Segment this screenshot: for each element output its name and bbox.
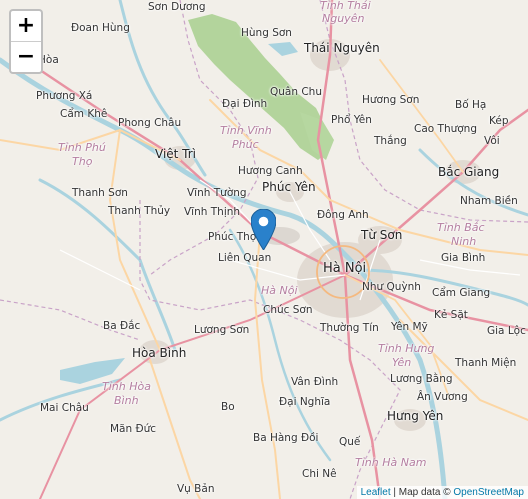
place-bo: Bo xyxy=(221,401,235,413)
place-thang: Thắng xyxy=(374,135,407,147)
province-ha-noi: Hà Nội xyxy=(261,284,298,297)
place-phong-chau: Phong Châu xyxy=(118,117,182,129)
place-vinh-tuong: Vĩnh Tường xyxy=(187,187,247,199)
place-pho-yen: Phổ Yên xyxy=(331,114,372,126)
province-phu-tho-line2: Thọ xyxy=(72,155,93,168)
place-bac-giang: Bắc Giang xyxy=(438,165,500,179)
province-hung-yen-line2: Yên xyxy=(392,356,412,369)
place-cam-khe: Cẩm Khê xyxy=(60,108,108,120)
province-bac-ninh-line2: Ninh xyxy=(451,235,477,248)
place-thanh-mien: Thanh Miện xyxy=(455,357,517,369)
place-lien-quan: Liên Quan xyxy=(218,252,272,264)
place-nham-bien: Nham Biền xyxy=(460,195,518,207)
province-thai-nguyen-line1: Tỉnh Thái xyxy=(320,0,371,12)
place-mai-chau: Mai Châu xyxy=(40,402,89,414)
place-luong-son: Lương Sơn xyxy=(194,324,250,336)
place-ha-noi: Hà Nội xyxy=(323,261,367,276)
place-son-duong: Sơn Dương xyxy=(148,1,206,13)
place-vinh-thinh: Vĩnh Thịnh xyxy=(184,206,241,218)
place-quan-chu: Quân Chu xyxy=(270,86,322,98)
place-thuong-tin: Thường Tín xyxy=(320,322,379,334)
place-bo-ha: Bố Hạ xyxy=(455,99,487,111)
province-bac-ninh-line1: Tỉnh Bắc xyxy=(437,221,485,234)
place-gia-loc: Gia Lộc xyxy=(487,325,526,337)
province-hoa-binh-line1: Tỉnh Hòa xyxy=(102,380,151,393)
place-gia-binh: Gia Bình xyxy=(441,252,486,264)
province-phu-tho-line1: Tỉnh Phú xyxy=(58,141,106,154)
place-chi-ne: Chi Nê xyxy=(302,468,337,480)
place-thanh-son: Thanh Sơn xyxy=(72,187,128,199)
place-viet-tri: Việt Trì xyxy=(155,147,197,161)
place-phuc-tho: Phúc Thọ xyxy=(208,231,257,243)
map-attribution: Leaflet | Map data © OpenStreetMap xyxy=(356,486,528,499)
place-cao-thuong: Cao Thượng xyxy=(414,123,477,135)
place-nhu-quynh: Như Quỳnh xyxy=(362,281,421,293)
attribution-separator: | Map data © xyxy=(390,487,454,498)
place-dong-anh: Đông Anh xyxy=(317,209,369,221)
place-phuc-yen: Phúc Yên xyxy=(262,180,316,194)
zoom-out-button[interactable]: − xyxy=(11,42,41,72)
place-ba-dac: Ba Đắc xyxy=(103,320,141,332)
place-huong-son: Hương Sơn xyxy=(362,94,420,106)
place-dai-nghia: Đại Nghĩa xyxy=(279,396,331,408)
place-van-dinh: Vân Đình xyxy=(291,376,339,388)
place-luong-bang: Lương Bằng xyxy=(390,373,453,385)
place-dai-dinh: Đại Đình xyxy=(222,98,268,110)
province-ha-nam: Tỉnh Hà Nam xyxy=(355,456,427,469)
place-phuong-xa: Phương Xá xyxy=(36,90,93,102)
place-vu-ban: Vụ Bản xyxy=(177,483,215,495)
place-thai-nguyen: Thái Nguyên xyxy=(304,41,380,55)
place-ba-hang-doi: Ba Hàng Đồi xyxy=(253,432,319,444)
place-hung-yen: Hưng Yên xyxy=(387,409,444,423)
place-voi: Vôi xyxy=(484,135,500,147)
map-canvas[interactable]: Sơn Dương Tỉnh Thái Nguyên Đoan Hùng Hùn… xyxy=(0,0,528,499)
place-huong-canh: Hương Canh xyxy=(238,165,303,177)
province-hung-yen-line1: Tỉnh Hưng xyxy=(378,342,435,355)
zoom-in-button[interactable]: + xyxy=(11,11,41,42)
province-thai-nguyen-line2: Nguyên xyxy=(322,12,365,25)
province-vinh-phuc-line2: Phúc xyxy=(232,138,259,151)
place-chuc-son: Chúc Sơn xyxy=(263,304,313,316)
place-cam-giang: Cẩm Giang xyxy=(432,287,491,299)
map-pin-icon[interactable] xyxy=(251,209,276,250)
place-thanh-thuy: Thanh Thủy xyxy=(108,205,171,217)
place-kep: Kép xyxy=(489,115,509,127)
place-man-duc: Mãn Đức xyxy=(110,423,157,435)
place-que: Quế xyxy=(339,436,361,448)
place-an-vuong: Ân Vương xyxy=(417,391,468,403)
place-hung-son: Hùng Sơn xyxy=(241,27,292,39)
province-hoa-binh-line2: Bình xyxy=(114,394,139,407)
zoom-control: + − xyxy=(9,9,43,74)
leaflet-link[interactable]: Leaflet xyxy=(361,487,391,498)
place-hoa-binh: Hòa Bình xyxy=(132,346,187,360)
openstreetmap-link[interactable]: OpenStreetMap xyxy=(453,487,524,498)
place-tu-son: Từ Sơn xyxy=(361,228,403,242)
place-ke-sat: Kẻ Sặt xyxy=(434,309,468,321)
province-vinh-phuc-line1: Tỉnh Vĩnh xyxy=(220,124,272,137)
place-yen-my: Yên Mỹ xyxy=(391,321,428,333)
place-doan-hung: Đoan Hùng xyxy=(71,22,130,34)
